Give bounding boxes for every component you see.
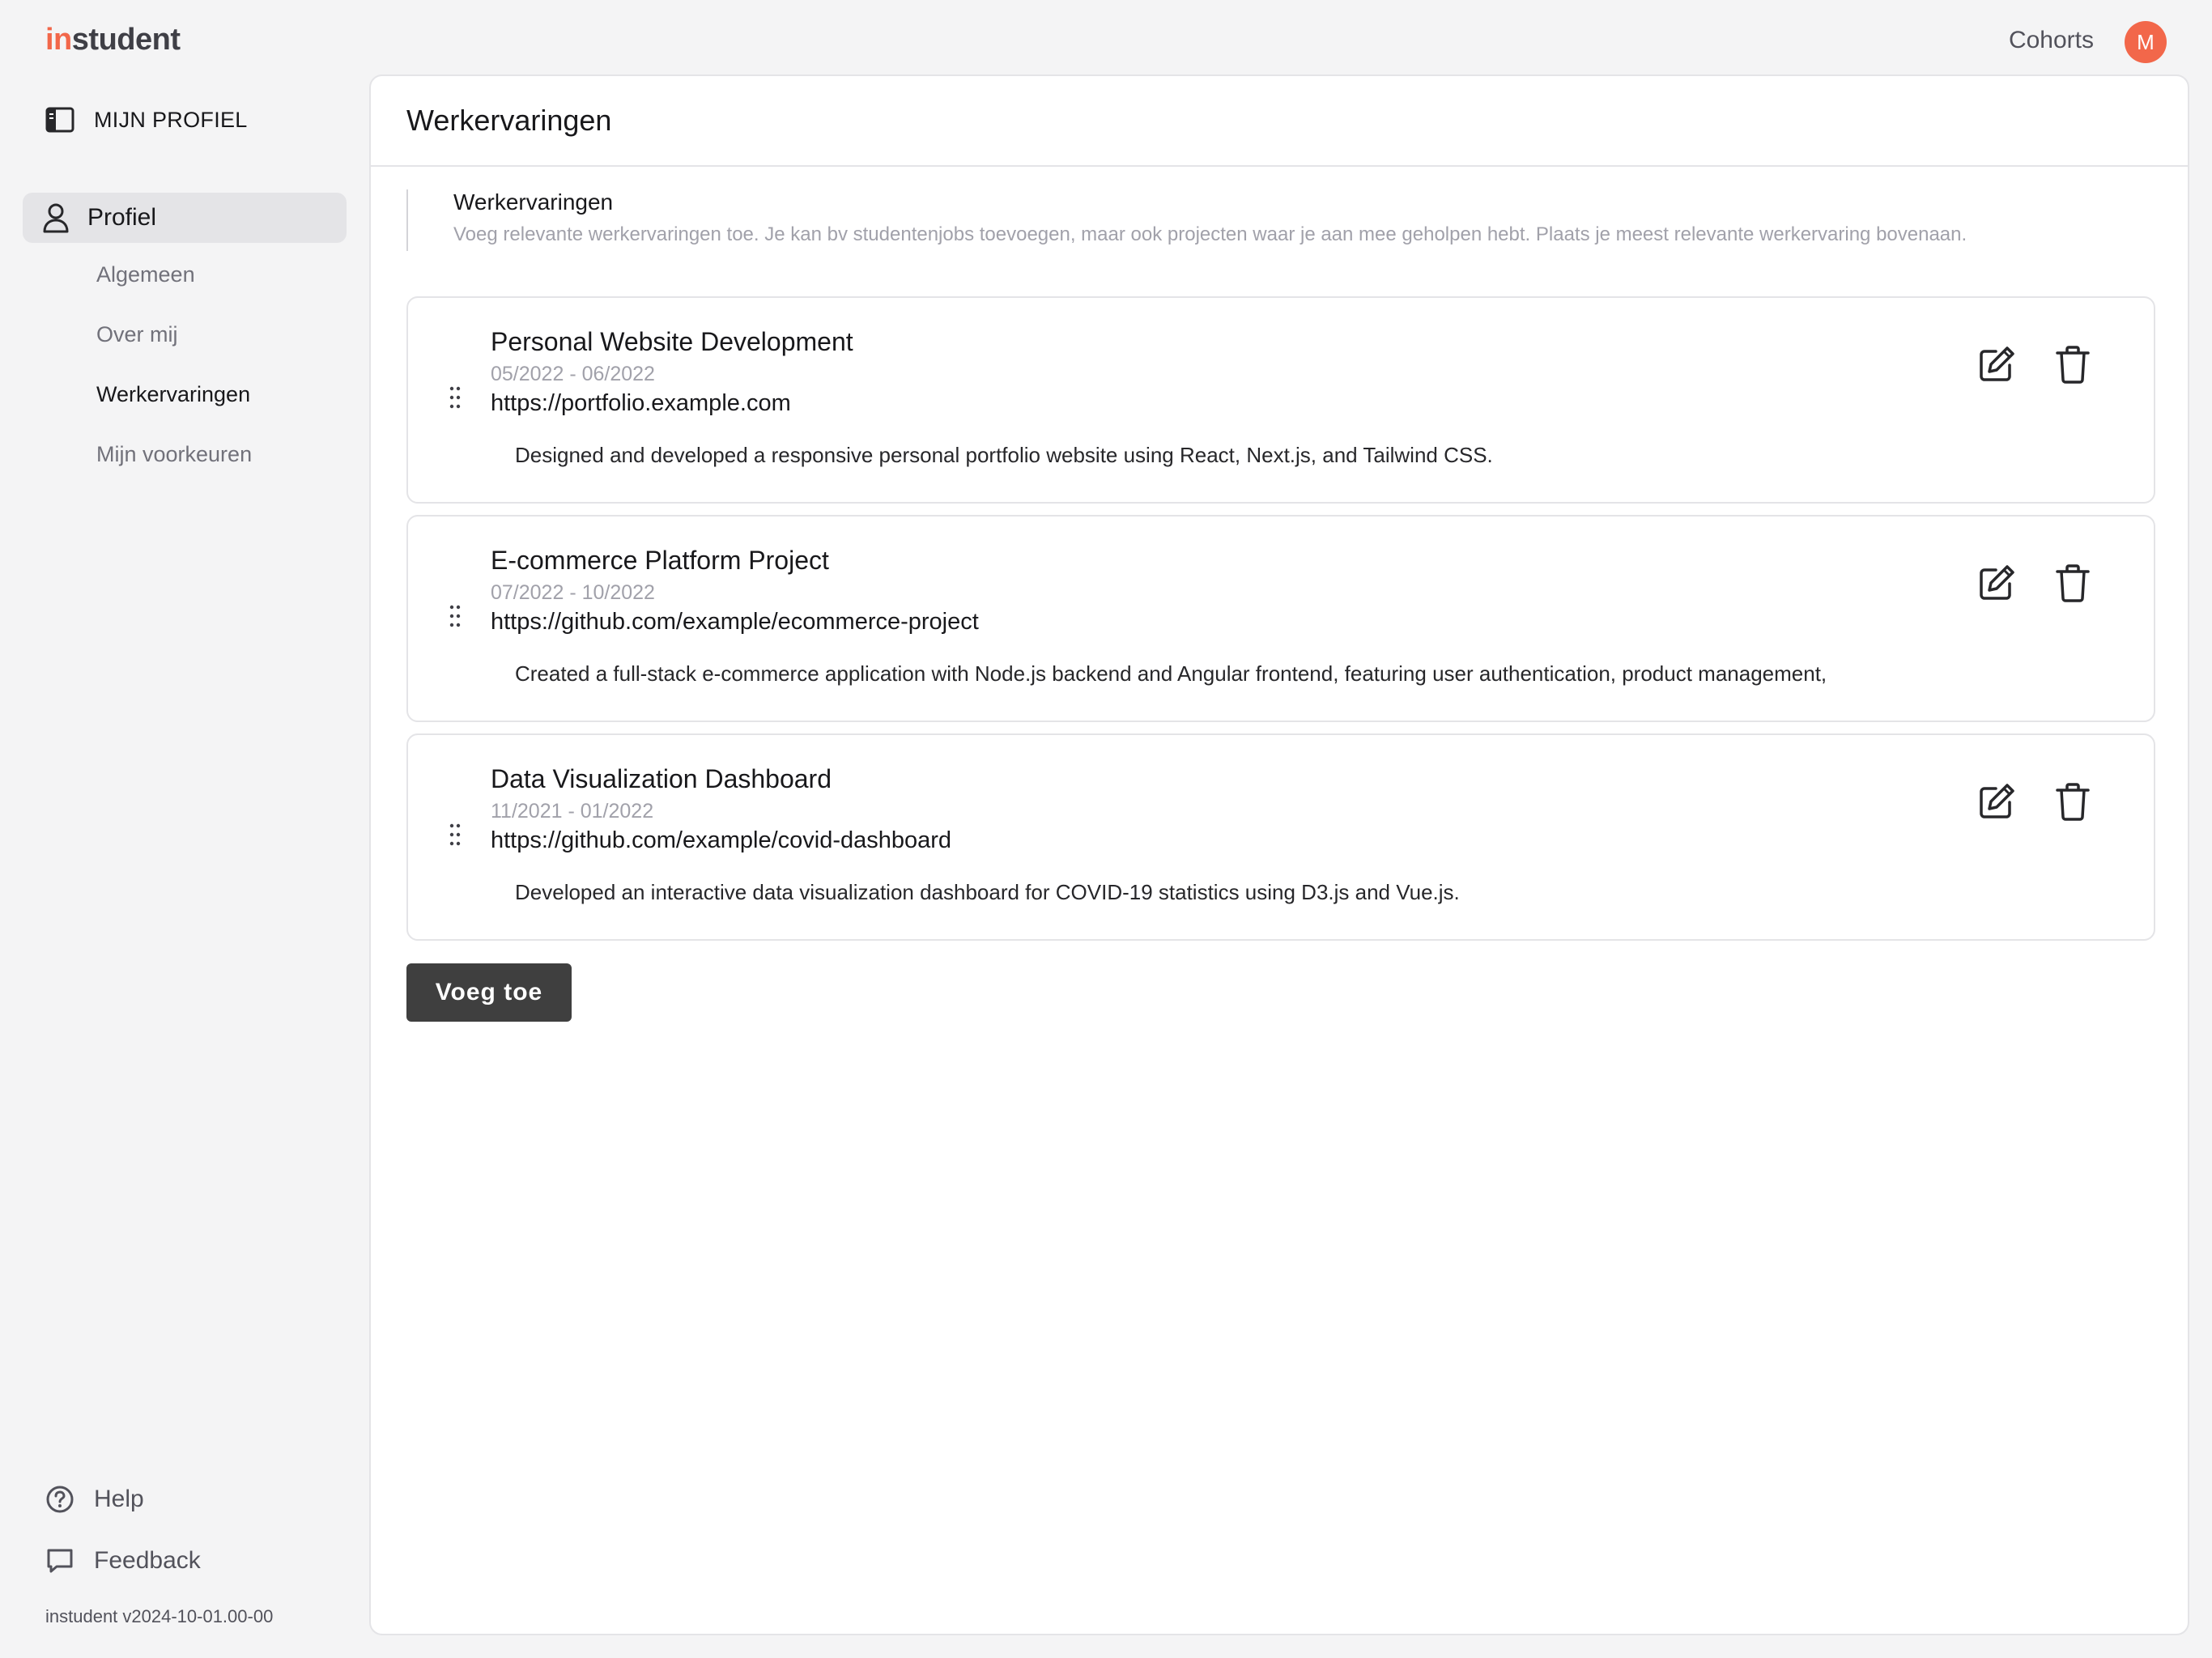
top-bar: instudent Cohorts M (0, 0, 2212, 74)
sidebar-item-label: Profiel (87, 204, 157, 231)
logo-suffix: student (71, 23, 181, 57)
main-header: Werkervaringen (371, 76, 2188, 167)
page-title: Werkervaringen (406, 104, 612, 137)
delete-button[interactable] (2050, 560, 2095, 606)
trash-icon (2056, 783, 2090, 821)
feedback-label: Feedback (94, 1547, 201, 1574)
subnav-algemeen[interactable]: Algemeen (96, 262, 195, 287)
experience-url: https://github.com/example/covid-dashboa… (491, 827, 952, 853)
sidebar-item-profiel[interactable]: Profiel (23, 193, 347, 243)
trash-icon (2056, 346, 2090, 384)
edit-button[interactable] (1974, 560, 2019, 606)
sidebar: MIJN PROFIEL Profiel Algemeen Over mij W… (0, 74, 369, 1658)
add-experience-button[interactable]: Voeg toe (406, 963, 572, 1022)
edit-icon (1980, 346, 2014, 381)
drag-handle-icon[interactable] (449, 823, 462, 847)
sidebar-header[interactable]: MIJN PROFIEL (45, 107, 248, 133)
experience-dates: 11/2021 - 01/2022 (491, 800, 654, 823)
edit-icon (1980, 784, 2014, 818)
app-version: instudent v2024-10-01.00-00 (45, 1606, 274, 1626)
section-description: Voeg relevante werkervaringen toe. Je ka… (453, 223, 1967, 245)
subnav-mijn-voorkeuren[interactable]: Mijn voorkeuren (96, 442, 252, 467)
message-square-icon (47, 1549, 73, 1573)
subnav-over-mij[interactable]: Over mij (96, 322, 178, 347)
delete-button[interactable] (2050, 342, 2095, 387)
experience-description: Created a full-stack e-commerce applicat… (515, 661, 1827, 686)
experience-description: Developed an interactive data visualizat… (515, 880, 1460, 904)
edit-button[interactable] (1974, 779, 2019, 824)
experience-description: Designed and developed a responsive pers… (515, 443, 1493, 467)
main-panel: Werkervaringen Werkervaringen Voeg relev… (369, 74, 2189, 1635)
avatar[interactable]: M (2125, 21, 2167, 63)
section-info: Werkervaringen Voeg relevante werkervari… (406, 189, 1967, 251)
experience-title: Data Visualization Dashboard (491, 764, 832, 793)
sidebar-header-label: MIJN PROFIEL (94, 107, 248, 132)
trash-icon (2056, 564, 2090, 602)
help-circle-icon (46, 1486, 74, 1513)
delete-button[interactable] (2050, 779, 2095, 824)
section-title: Werkervaringen (453, 189, 614, 215)
logo-prefix: in (45, 23, 72, 57)
user-icon (43, 203, 69, 233)
experience-title: Personal Website Development (491, 327, 853, 356)
help-link[interactable]: Help (45, 1485, 144, 1514)
app-logo[interactable]: instudent (45, 23, 181, 57)
experience-card[interactable]: Data Visualization Dashboard 11/2021 - 0… (406, 733, 2155, 941)
nav-cohorts-link[interactable]: Cohorts (2009, 27, 2094, 54)
experience-dates: 07/2022 - 10/2022 (491, 581, 655, 604)
experience-card[interactable]: E-commerce Platform Project 07/2022 - 10… (406, 515, 2155, 722)
experience-card[interactable]: Personal Website Development 05/2022 - 0… (406, 296, 2155, 504)
experience-dates: 05/2022 - 06/2022 (491, 363, 655, 385)
drag-handle-icon[interactable] (449, 604, 462, 628)
subnav-werkervaringen[interactable]: Werkervaringen (96, 382, 250, 407)
experience-url: https://portfolio.example.com (491, 390, 791, 416)
drag-handle-icon[interactable] (449, 385, 462, 410)
edit-icon (1980, 565, 2014, 600)
help-label: Help (94, 1486, 144, 1512)
feedback-link[interactable]: Feedback (45, 1546, 201, 1575)
experience-title: E-commerce Platform Project (491, 546, 829, 575)
experience-url: https://github.com/example/ecommerce-pro… (491, 609, 979, 635)
sidebar-panel-icon[interactable] (45, 107, 74, 133)
edit-button[interactable] (1974, 342, 2019, 387)
